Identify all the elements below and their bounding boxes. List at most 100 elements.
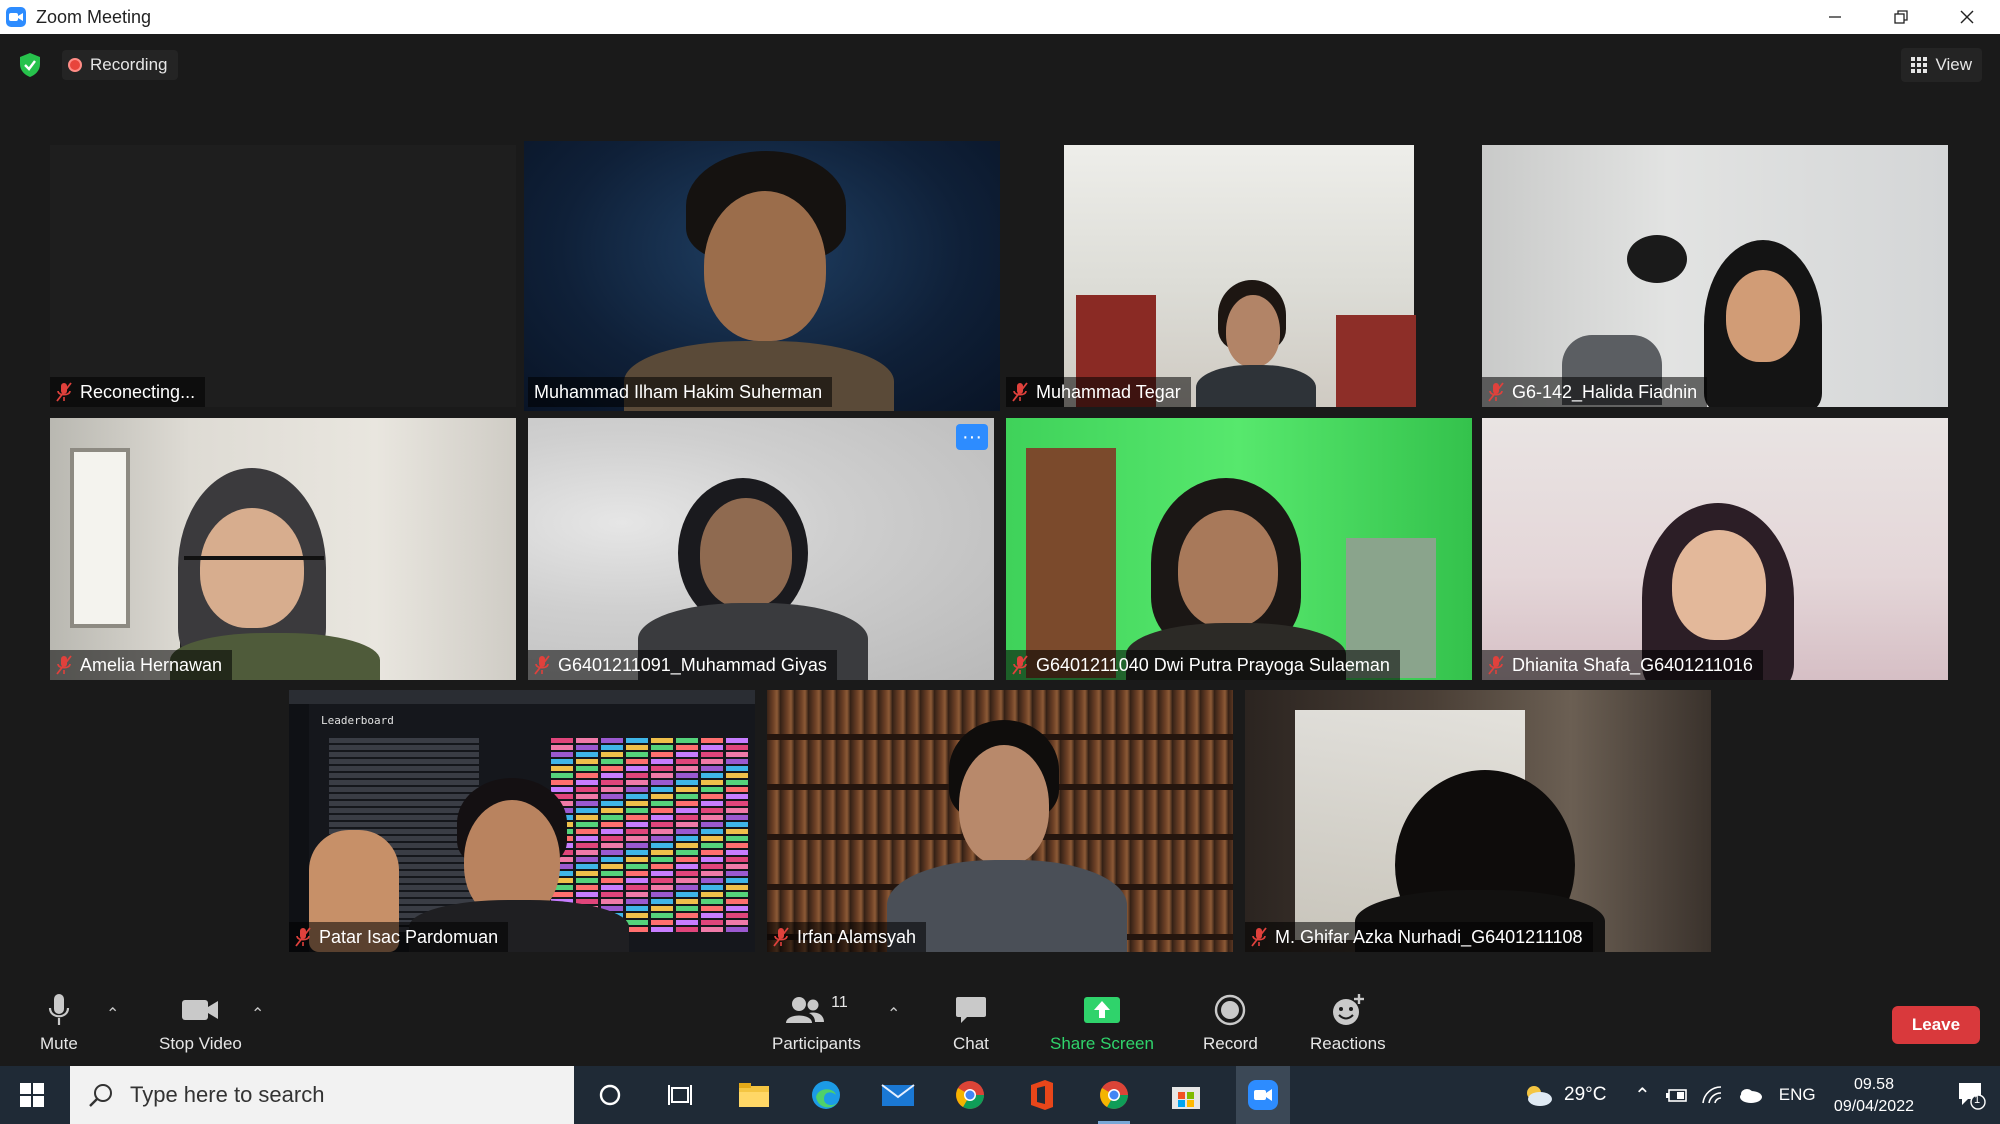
participant-name: G6401211091_Muhammad Giyas (558, 654, 827, 675)
taskbar-clock[interactable]: 09.58 09/04/2022 (1834, 1074, 1914, 1118)
file-explorer-icon[interactable] (734, 1075, 774, 1115)
participants-icon (786, 997, 825, 1023)
restore-icon (1894, 10, 1908, 24)
zoom-window: Zoom Meeting Recording View Reconecting.… (0, 0, 2000, 1124)
wifi-icon[interactable] (1701, 1085, 1725, 1105)
shield-icon[interactable] (18, 52, 42, 78)
participant-name-tag: M. Ghifar Azka Nurhadi_G6401211108 (1245, 922, 1593, 952)
stop-video-label: Stop Video (159, 1034, 242, 1053)
video-tile[interactable]: Dhianita Shafa_G6401211016 (1482, 418, 1948, 680)
taskbar-search-box[interactable]: Type here to search (70, 1066, 574, 1124)
share-screen-icon (1083, 997, 1120, 1023)
participant-name: Amelia Hernawan (80, 654, 223, 675)
minimize-icon (1829, 16, 1841, 18)
participant-name: Muhammad Ilham Hakim Suherman (534, 381, 823, 402)
weather-widget[interactable]: 29°C (1522, 1066, 1606, 1124)
participant-name: Patar Isac Pardomuan (319, 926, 499, 947)
stop-video-button[interactable]: Stop Video (159, 988, 242, 1054)
video-tile[interactable]: Muhammad Tegar (1006, 145, 1472, 407)
input-language[interactable]: ENG (1779, 1085, 1816, 1105)
chrome-icon[interactable] (1094, 1075, 1134, 1124)
participants-label: Participants (772, 1034, 861, 1053)
video-tile-active-speaker[interactable]: Muhammad Ilham Hakim Suherman (524, 141, 1000, 411)
cortana-icon[interactable] (590, 1075, 630, 1115)
video-tile[interactable]: Amelia Hernawan (50, 418, 516, 680)
mail-icon[interactable] (878, 1075, 918, 1115)
video-camera-icon (182, 1000, 219, 1020)
participant-name-tag: Amelia Hernawan (50, 650, 233, 680)
participant-name-tag: G6401211040 Dwi Putra Prayoga Sulaeman (1006, 650, 1400, 680)
participants-button[interactable]: 11 Participants (772, 988, 861, 1054)
share-screen-button[interactable]: Share Screen (1050, 988, 1154, 1054)
title-bar: Zoom Meeting (0, 0, 2000, 34)
meeting-header: Recording View (0, 34, 2000, 94)
view-button[interactable]: View (1901, 48, 1982, 82)
view-label: View (1935, 55, 1972, 74)
chat-icon (955, 997, 986, 1023)
notification-count: 1 (1974, 1094, 1981, 1106)
chrome-profile-icon[interactable] (950, 1075, 990, 1115)
reactions-label: Reactions (1310, 1034, 1386, 1053)
notification-center-icon[interactable]: 1 (1956, 1080, 1986, 1110)
zoom-taskbar-icon[interactable] (1236, 1066, 1290, 1124)
record-label: Record (1203, 1034, 1258, 1053)
audio-options-caret-icon[interactable]: ⌃ (106, 1004, 119, 1024)
participant-name: G6401211040 Dwi Putra Prayoga Sulaeman (1036, 654, 1390, 675)
clock-date: 09/04/2022 (1833, 1098, 1914, 1115)
mic-muted-icon (295, 927, 311, 947)
system-tray: ⌃ ENG (1634, 1066, 1816, 1124)
participants-count: 11 (831, 994, 848, 1011)
close-button[interactable] (1934, 0, 2000, 34)
participant-name-tag: G6-142_Halida Fiadnin (1482, 377, 1708, 407)
record-button[interactable]: Record (1203, 988, 1258, 1054)
participant-name: Muhammad Tegar (1036, 381, 1181, 402)
mute-button[interactable]: Mute (40, 988, 78, 1054)
microphone-icon (48, 994, 69, 1025)
recording-label: Recording (90, 55, 168, 74)
show-hidden-icons-icon[interactable]: ⌃ (1634, 1083, 1651, 1108)
onedrive-icon[interactable] (1737, 1086, 1763, 1104)
participant-name-tag: Muhammad Ilham Hakim Suherman (528, 377, 833, 407)
minimize-button[interactable] (1802, 0, 1868, 34)
mic-muted-icon (1488, 382, 1504, 402)
participant-name: Irfan Alamsyah (797, 926, 917, 947)
microsoft-store-icon[interactable] (1166, 1075, 1206, 1115)
share-screen-label: Share Screen (1050, 1034, 1154, 1053)
zoom-app-icon (6, 7, 26, 27)
video-tile[interactable]: Leaderboard Patar Isac Pardomuan (289, 690, 755, 952)
chat-button[interactable]: Chat (953, 988, 989, 1054)
video-tile[interactable]: Reconecting... (50, 145, 516, 407)
mic-muted-icon (56, 655, 72, 675)
video-tile[interactable]: Irfan Alamsyah (767, 690, 1233, 952)
mute-label: Mute (40, 1034, 78, 1053)
video-tile[interactable]: G6401211040 Dwi Putra Prayoga Sulaeman (1006, 418, 1472, 680)
window-title: Zoom Meeting (36, 6, 152, 27)
grid-icon (1911, 57, 1928, 73)
reactions-button[interactable]: Reactions (1310, 988, 1386, 1054)
close-icon (1960, 10, 1974, 24)
windows-start-icon[interactable] (20, 1083, 44, 1107)
leave-button[interactable]: Leave (1892, 1006, 1980, 1044)
record-icon (1215, 994, 1246, 1026)
battery-icon[interactable] (1665, 1085, 1689, 1105)
recording-badge[interactable]: Recording (62, 50, 178, 80)
clock-time: 09.58 (1853, 1076, 1894, 1093)
task-view-icon[interactable] (660, 1075, 700, 1115)
video-tile[interactable]: G6-142_Halida Fiadnin (1482, 145, 1948, 407)
meeting-toolbar: Mute ⌃ Stop Video ⌃ 11 Participants ⌃ Ch… (0, 982, 2000, 1066)
participant-name-tag: Irfan Alamsyah (767, 922, 927, 952)
video-tile[interactable]: ··· G6401211091_Muhammad Giyas (528, 418, 994, 680)
participant-name-tag: G6401211091_Muhammad Giyas (528, 650, 837, 680)
video-tile[interactable]: M. Ghifar Azka Nurhadi_G6401211108 (1245, 690, 1711, 952)
edge-icon[interactable] (806, 1075, 846, 1115)
weather-temperature: 29°C (1564, 1084, 1607, 1105)
participant-name-tag: Muhammad Tegar (1006, 377, 1191, 407)
chat-label: Chat (953, 1034, 989, 1053)
participant-name: Reconecting... (80, 381, 196, 402)
mic-muted-icon (534, 655, 550, 675)
restore-button[interactable] (1868, 0, 1934, 34)
video-options-caret-icon[interactable]: ⌃ (251, 1004, 264, 1024)
more-options-button[interactable]: ··· (956, 424, 988, 450)
office-icon[interactable] (1022, 1075, 1062, 1115)
participants-options-caret-icon[interactable]: ⌃ (887, 1004, 900, 1024)
